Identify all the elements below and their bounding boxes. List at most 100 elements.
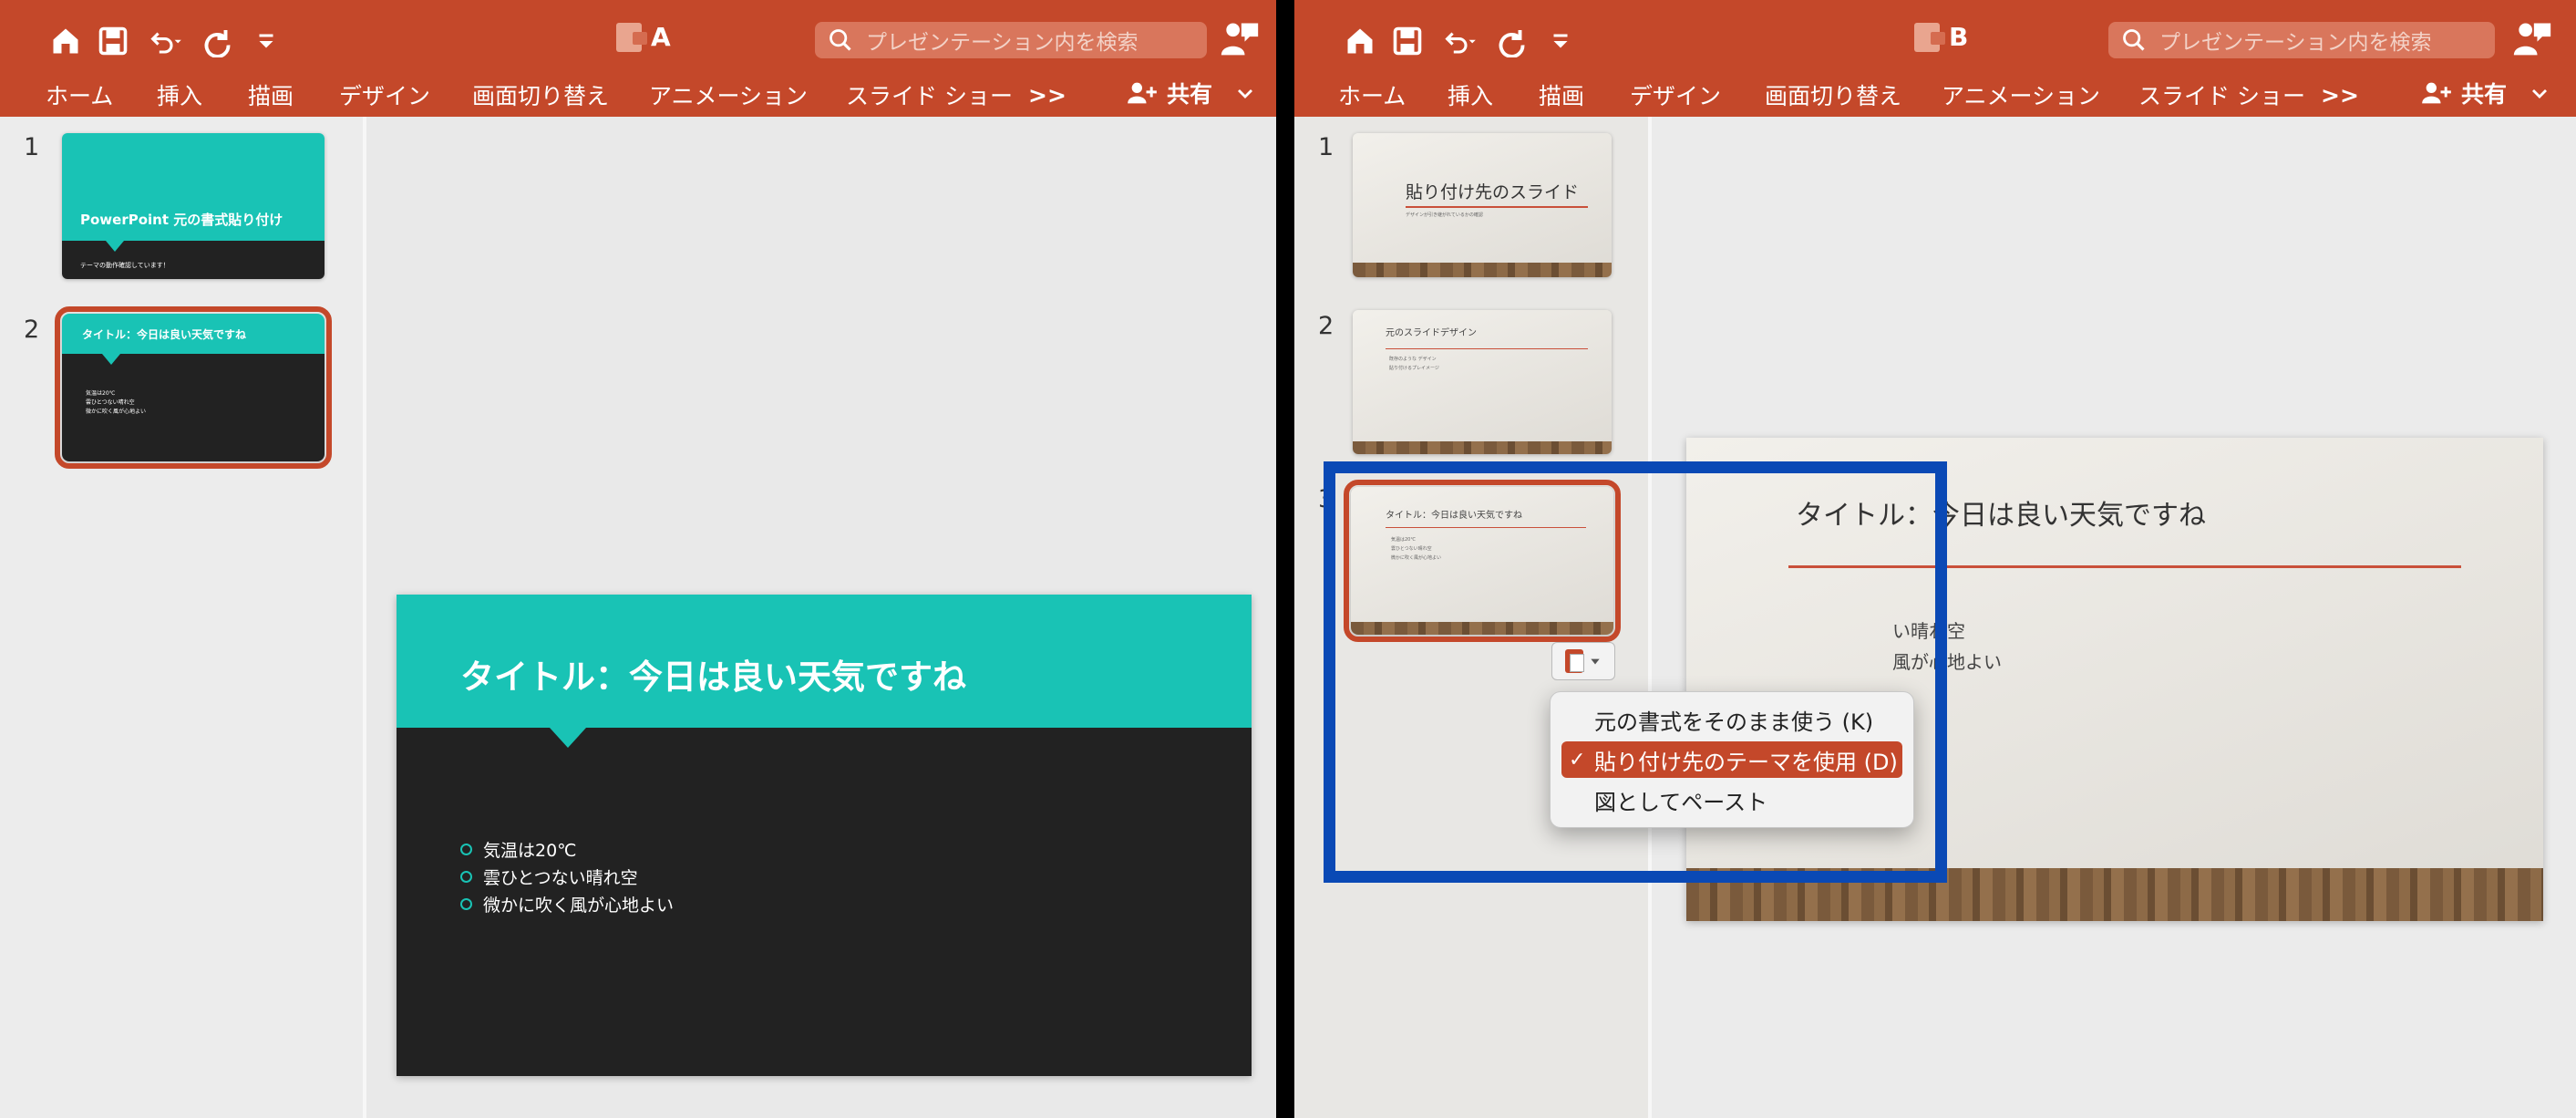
ribbon: B プレゼンテーション内を検索 ホーム 挿入 描画 デザイン 画面切り替え アニ… bbox=[1294, 0, 2576, 117]
tab-insert[interactable]: 挿入 bbox=[157, 78, 202, 111]
tabs-overflow-button[interactable]: >> bbox=[1028, 82, 1066, 109]
tab-slideshow[interactable]: スライド ショー bbox=[846, 78, 1013, 111]
thumb-subtitle: デザインが引き継がれているかの確認 bbox=[1406, 212, 1483, 218]
slide-thumbnail-3[interactable]: タイトル：今日は良い天気ですね 気温は20℃ 雲ひとつない晴れ空 微かに吹く風が… bbox=[1344, 480, 1621, 642]
main-slide[interactable]: タイトル：今日は良い天気ですね 気温は20℃ 雲ひとつない晴れ空 微かに吹く風が… bbox=[397, 595, 1252, 1076]
home-icon[interactable] bbox=[1336, 20, 1384, 62]
redo-icon[interactable] bbox=[1489, 20, 1537, 62]
slide-bullet[interactable]: 風が心地よい bbox=[1892, 647, 2002, 674]
thumb-wood-floor bbox=[1353, 263, 1612, 277]
tab-design[interactable]: デザイン bbox=[339, 78, 430, 111]
save-icon[interactable] bbox=[89, 20, 137, 62]
slide-thumbnail-1[interactable]: PowerPoint 元の書式貼り付け テーマの動作確認しています！ bbox=[62, 133, 325, 279]
search-placeholder: プレゼンテーション内を検索 bbox=[866, 31, 1139, 55]
tab-transitions[interactable]: 画面切り替え bbox=[472, 78, 609, 111]
add-person-icon bbox=[2422, 82, 2451, 104]
search-input[interactable]: プレゼンテーション内を検索 bbox=[815, 22, 1207, 58]
share-button[interactable]: 共有 bbox=[1127, 77, 1256, 109]
menu-item-paste-as-picture[interactable]: 図としてペースト bbox=[1561, 782, 1902, 818]
slide-thumbnail-pane: 1 PowerPoint 元の書式貼り付け テーマの動作確認しています！ 2 タ… bbox=[0, 117, 366, 1118]
main-slide[interactable]: タイトル：今日は良い天気ですね い晴れ空 風が心地よい bbox=[1686, 438, 2543, 921]
search-placeholder: プレゼンテーション内を検索 bbox=[2159, 31, 2432, 55]
menu-item-label: 元の書式をそのまま使う (K) bbox=[1594, 709, 1874, 735]
share-label: 共有 bbox=[2461, 81, 2508, 108]
search-icon bbox=[2123, 29, 2145, 51]
thumb-bullet: 気温は20℃ bbox=[1391, 537, 1416, 543]
thumb-title: 貼り付け先のスライド bbox=[1406, 182, 1580, 202]
tab-design[interactable]: デザイン bbox=[1630, 78, 1721, 111]
tab-animations[interactable]: アニメーション bbox=[649, 78, 808, 111]
menu-item-label: 図としてペースト bbox=[1594, 789, 1768, 815]
home-icon[interactable] bbox=[42, 20, 89, 62]
tab-animations[interactable]: アニメーション bbox=[1942, 78, 2100, 111]
bullet-ring-icon bbox=[460, 871, 472, 883]
ribbon-tabs: ホーム 挿入 描画 デザイン 画面切り替え アニメーション スライド ショー >… bbox=[0, 77, 1276, 113]
menu-item-keep-source-formatting[interactable]: 元の書式をそのまま使う (K) bbox=[1561, 701, 1902, 738]
thumb-subtitle: テーマの動作確認しています！ bbox=[80, 262, 170, 269]
bullet-ring-icon bbox=[460, 844, 472, 855]
menu-item-use-destination-theme[interactable]: ✓ 貼り付け先のテーマを使用 (D) bbox=[1561, 741, 1902, 778]
tab-home[interactable]: ホーム bbox=[46, 78, 113, 111]
tabs-overflow-button[interactable]: >> bbox=[2321, 82, 2359, 109]
thumb-bullet: 微かに吹く風が心地よい bbox=[86, 409, 147, 415]
thumb-bullet: 雲ひとつない晴れ空 bbox=[1391, 546, 1432, 552]
slide-number: 3 bbox=[1318, 485, 1334, 513]
slide-thumbnail-1[interactable]: 貼り付け先のスライド デザインが引き継がれているかの確認 bbox=[1353, 133, 1612, 277]
paste-options-menu: 元の書式をそのまま使う (K) ✓ 貼り付け先のテーマを使用 (D) 図としてペ… bbox=[1550, 691, 1914, 828]
thumb-bullet: 気温は20℃ bbox=[86, 390, 116, 397]
undo-icon[interactable] bbox=[137, 20, 195, 62]
tab-draw[interactable]: 描画 bbox=[1539, 78, 1584, 111]
thumb-title: 元のスライドデザイン bbox=[1386, 328, 1477, 338]
tab-slideshow[interactable]: スライド ショー bbox=[2138, 78, 2305, 111]
customize-toolbar-icon[interactable] bbox=[1537, 20, 1584, 62]
tab-home[interactable]: ホーム bbox=[1338, 78, 1406, 111]
comments-icon[interactable] bbox=[2512, 18, 2552, 58]
chevron-down-icon[interactable] bbox=[2529, 82, 2550, 104]
document-title-text: A bbox=[651, 22, 671, 52]
thumb-notch bbox=[102, 354, 120, 365]
save-icon[interactable] bbox=[1384, 20, 1431, 62]
tab-insert[interactable]: 挿入 bbox=[1448, 78, 1493, 111]
customize-toolbar-icon[interactable] bbox=[242, 20, 290, 62]
slide-bullet[interactable]: 雲ひとつない晴れ空 bbox=[460, 864, 638, 889]
paste-options-button[interactable] bbox=[1551, 642, 1615, 680]
thumb-bullet: 既存のような デザイン bbox=[1389, 357, 1437, 362]
chevron-down-icon[interactable] bbox=[1234, 82, 1256, 104]
tab-draw[interactable]: 描画 bbox=[248, 78, 294, 111]
redo-icon[interactable] bbox=[195, 20, 242, 62]
search-icon bbox=[829, 29, 851, 51]
slide-number: 1 bbox=[1318, 133, 1334, 161]
slide-title[interactable]: タイトル：今日は良い天気ですね bbox=[460, 649, 966, 699]
document-title-text: B bbox=[1949, 22, 1969, 52]
slide-bullet[interactable]: 気温は20℃ bbox=[460, 837, 577, 862]
slide-bullet[interactable]: 微かに吹く風が心地よい bbox=[460, 892, 674, 916]
clipboard-icon bbox=[1565, 649, 1584, 673]
thumb-title-underline bbox=[1406, 206, 1588, 208]
slide-bullet[interactable]: い晴れ空 bbox=[1892, 616, 1965, 643]
powerpoint-file-icon bbox=[1914, 22, 1945, 52]
comments-icon[interactable] bbox=[1220, 18, 1260, 58]
slide-thumbnail-2[interactable]: 元のスライドデザイン 既存のような デザイン 貼り付けるプレイメージ bbox=[1353, 310, 1612, 454]
thumb-wood-floor bbox=[1353, 441, 1612, 454]
add-person-icon bbox=[1128, 82, 1157, 104]
slide-number: 2 bbox=[1318, 312, 1334, 340]
thumb-notch bbox=[106, 241, 124, 252]
chevron-down-icon bbox=[1591, 658, 1600, 665]
share-label: 共有 bbox=[1167, 81, 1213, 108]
thumb-title-underline bbox=[1386, 527, 1586, 528]
thumb-title-underline bbox=[1386, 348, 1588, 349]
search-input[interactable]: プレゼンテーション内を検索 bbox=[2108, 22, 2495, 58]
bullet-text: 微かに吹く風が心地よい bbox=[483, 895, 675, 916]
thumb-wood-floor bbox=[1351, 622, 1613, 635]
slide-title[interactable]: タイトル：今日は良い天気ですね bbox=[1796, 492, 2206, 533]
thumb-bullet: 微かに吹く風が心地よい bbox=[1391, 555, 1442, 561]
powerpoint-file-icon bbox=[616, 22, 647, 52]
slide-thumbnail-2[interactable]: タイトル：今日は良い天気ですね 気温は20℃ 雲ひとつない晴れ空 微かに吹く風が… bbox=[55, 306, 332, 469]
undo-icon[interactable] bbox=[1431, 20, 1489, 62]
document-title: A bbox=[616, 22, 671, 52]
share-button[interactable]: 共有 bbox=[2421, 77, 2550, 109]
bullet-text: 雲ひとつない晴れ空 bbox=[483, 868, 638, 888]
menu-item-label: 貼り付け先のテーマを使用 (D) bbox=[1594, 749, 1898, 775]
tab-transitions[interactable]: 画面切り替え bbox=[1765, 78, 1901, 111]
quick-access-toolbar bbox=[1336, 20, 1584, 62]
